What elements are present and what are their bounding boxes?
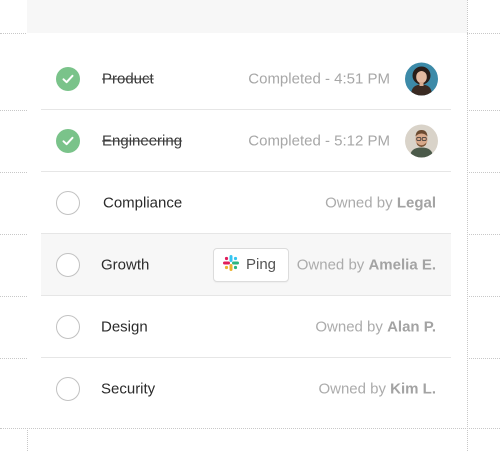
checkmark-icon[interactable]: [56, 128, 80, 153]
guide-stub: [0, 234, 27, 235]
owned-by-text: Owned by: [315, 318, 383, 335]
guide-stub: [0, 172, 27, 173]
guide-stub: [0, 296, 27, 297]
task-label: Compliance: [103, 194, 183, 211]
task-row-design: Design Owned by Alan P.: [41, 296, 451, 358]
owned-by-text: Owned by: [318, 380, 386, 398]
task-row-growth: Growth Ping Owned by Amelia E.: [41, 234, 451, 296]
task-owner: Owned by Amelia E.: [297, 256, 436, 273]
unchecked-circle-icon[interactable]: [56, 314, 80, 339]
guide-stub: [467, 172, 500, 173]
unchecked-circle-icon[interactable]: [56, 377, 80, 401]
owner-name: Amelia E.: [368, 256, 436, 273]
man-avatar: [405, 124, 438, 157]
task-label: Design: [101, 318, 148, 335]
task-list: Product Completed - 4:51 PM Engineering …: [41, 48, 451, 420]
guide-stub: [467, 296, 500, 297]
task-row-security: Security Owned by Kim L.: [41, 358, 451, 420]
owned-by-text: Owned by: [296, 256, 365, 273]
task-label: Security: [101, 380, 156, 398]
owner-name: Kim L.: [390, 380, 436, 398]
guide-stub: [467, 234, 500, 235]
ping-button[interactable]: Ping: [213, 247, 290, 282]
owner-name: Legal: [396, 194, 436, 211]
guide-stub: [0, 110, 27, 111]
task-label: Engineering: [102, 132, 183, 149]
ping-label: Ping: [246, 256, 277, 273]
guide-line: [467, 0, 468, 451]
owned-by-text: Owned by: [325, 194, 393, 211]
unchecked-circle-icon[interactable]: [56, 252, 80, 277]
task-row-compliance: Compliance Owned by Legal: [41, 172, 451, 234]
unchecked-circle-icon[interactable]: [56, 190, 80, 215]
task-status: Completed - 4:51 PM: [248, 70, 390, 87]
checkmark-icon[interactable]: [56, 66, 80, 91]
owner-name: Alan P.: [387, 318, 436, 335]
guide-stub: [467, 358, 500, 359]
task-label: Product: [102, 70, 154, 87]
guide-line: [0, 428, 500, 429]
task-owner: Owned by Kim L.: [318, 381, 436, 398]
top-shade: [27, 0, 467, 33]
woman-avatar: [405, 62, 438, 95]
guide-stub: [0, 358, 27, 359]
task-owner: Owned by Legal: [325, 194, 436, 211]
guide-stub: [467, 110, 500, 111]
task-status: Completed - 5:12 PM: [248, 132, 390, 149]
task-label: Growth: [101, 256, 150, 273]
slack-icon: [222, 254, 240, 276]
task-row-engineering: Engineering Completed - 5:12 PM: [41, 110, 451, 172]
task-row-product: Product Completed - 4:51 PM: [41, 48, 451, 110]
task-owner: Owned by Alan P.: [315, 318, 436, 335]
